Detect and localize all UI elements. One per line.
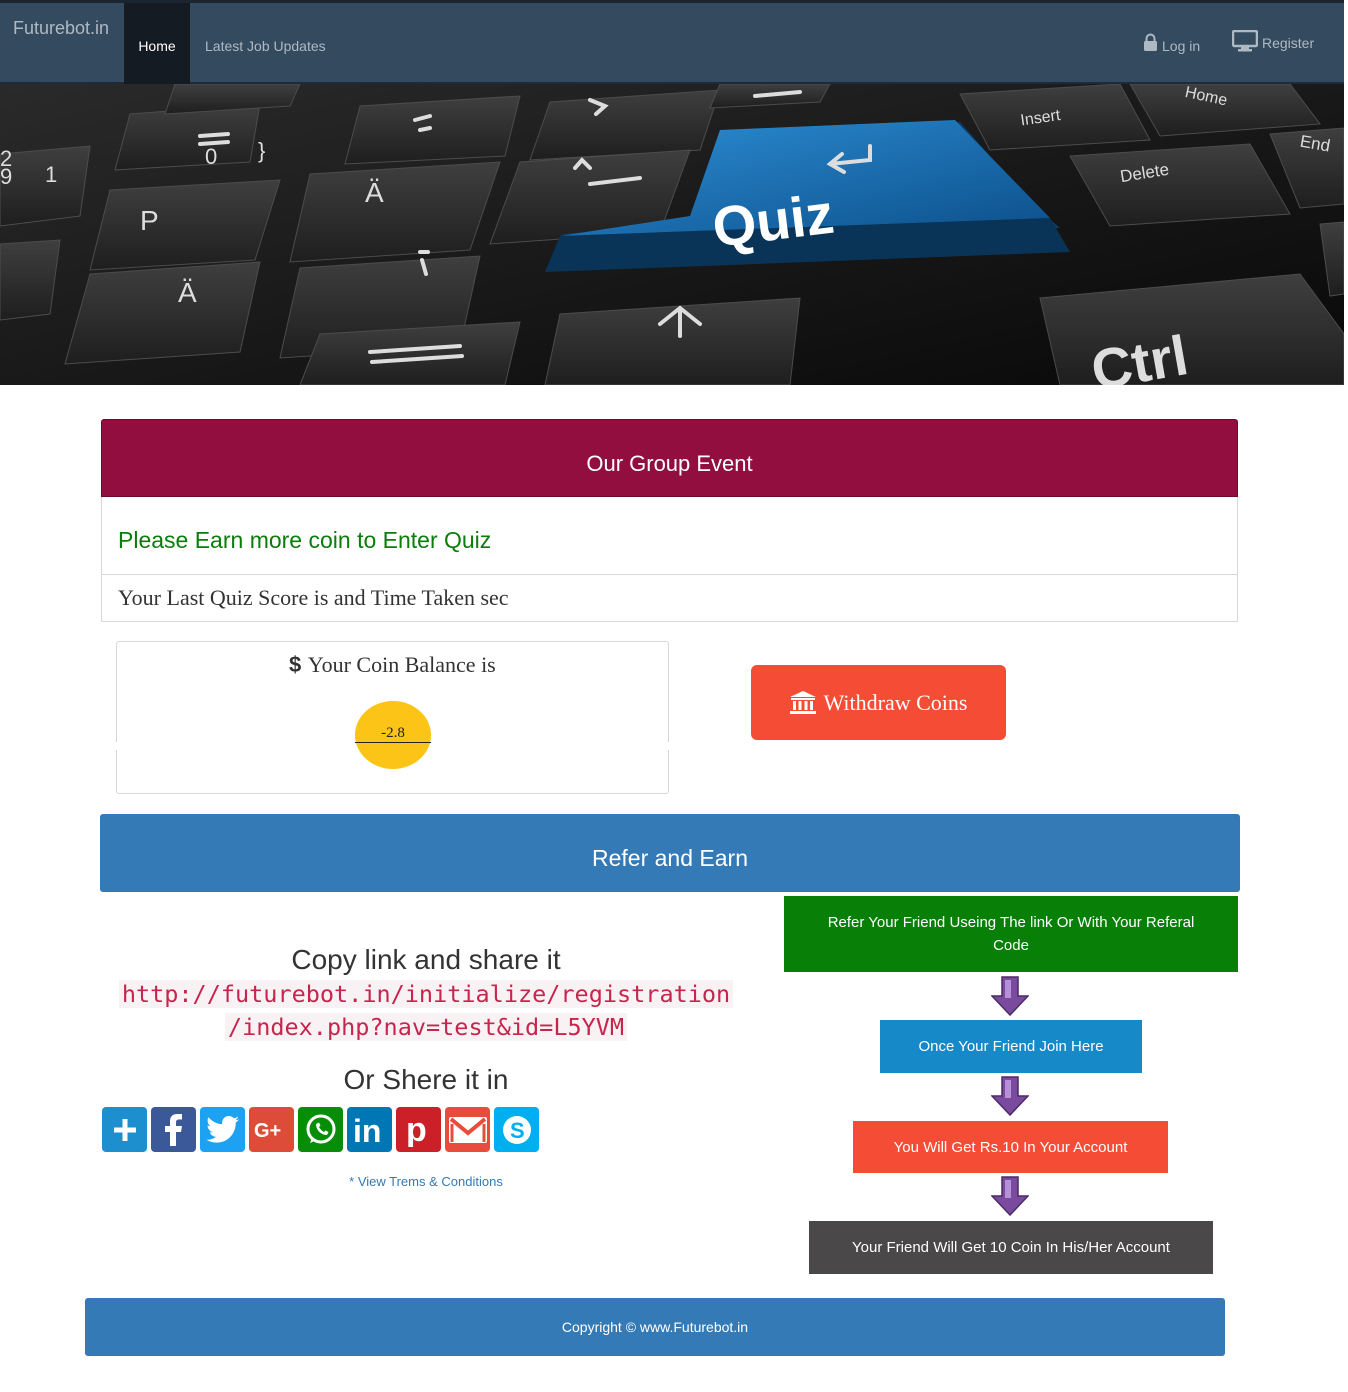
terms-link[interactable]: * View Trems & Conditions xyxy=(100,1174,752,1189)
google-plus-icon: G+ xyxy=(254,1120,281,1142)
arrow-down-icon xyxy=(991,976,1029,1016)
last-quiz-score: Your Last Quiz Score is and Time Taken s… xyxy=(101,575,1238,622)
nav-login[interactable]: Log in xyxy=(1143,30,1200,54)
refer-step-3: You Will Get Rs.10 In Your Account xyxy=(853,1121,1168,1173)
coin-balance-title: $ Your Coin Balance is xyxy=(117,652,668,678)
gmail-icon xyxy=(448,1116,487,1143)
nav-home[interactable]: Home xyxy=(124,3,190,85)
svg-text:G+: G+ xyxy=(254,1120,281,1142)
svg-text:9: 9 xyxy=(0,164,12,189)
key-a-umlaut-small-label: Ä xyxy=(178,277,197,308)
nav-register-label: Register xyxy=(1262,35,1315,51)
twitter-share-button[interactable] xyxy=(200,1107,245,1152)
refer-and-earn-header: Refer and Earn xyxy=(100,814,1240,892)
plus-icon xyxy=(113,1118,136,1141)
key-a-umlaut-label: Ä xyxy=(365,177,384,208)
coin-balance-value: -2.8 xyxy=(355,701,431,769)
svg-text:S: S xyxy=(510,1118,525,1143)
linkedin-share-button[interactable]: in xyxy=(347,1107,392,1152)
copy-link-title: Copy link and share it xyxy=(291,944,561,975)
skype-share-button[interactable]: S xyxy=(494,1107,539,1152)
svg-text:$: $ xyxy=(289,653,301,675)
refer-step-4: Your Friend Will Get 10 Coin In His/Her … xyxy=(809,1221,1213,1274)
navbar: Futurebot.in Home Latest Job Updates Log… xyxy=(0,0,1344,85)
nav-latest-job-updates[interactable]: Latest Job Updates xyxy=(205,38,326,54)
coin-balance-label: Your Coin Balance is xyxy=(307,652,496,677)
referral-link[interactable]: http://futurebot.in/initialize/registrat… xyxy=(105,978,747,1044)
lock-icon xyxy=(1144,33,1157,51)
dollar-icon: $ xyxy=(289,652,301,677)
key-p-label: P xyxy=(140,205,159,236)
referral-link-line-1: http://futurebot.in/initialize/registrat… xyxy=(118,980,734,1008)
referral-link-line-2: /index.php?nav=test&id=L5YVM xyxy=(224,1013,628,1041)
addthis-share-button[interactable] xyxy=(102,1107,147,1152)
linkedin-icon: in xyxy=(353,1115,381,1145)
twitter-icon xyxy=(205,1115,239,1143)
footer-copyright: Copyright © www.Futurebot.in xyxy=(85,1298,1225,1356)
pinterest-share-button[interactable]: p xyxy=(396,1107,441,1152)
desktop-icon xyxy=(1232,30,1258,52)
bank-icon xyxy=(789,690,816,714)
withdraw-coins-label: Withdraw Coins xyxy=(823,689,968,715)
whatsapp-share-button[interactable] xyxy=(298,1107,343,1152)
svg-text:}: } xyxy=(258,138,265,163)
whatsapp-icon xyxy=(306,1114,335,1143)
pinterest-icon: p xyxy=(406,1113,427,1147)
arrow-down-icon xyxy=(991,1076,1029,1116)
withdraw-coins-button[interactable]: Withdraw Coins xyxy=(751,665,1006,740)
svg-text:p: p xyxy=(406,1113,427,1147)
svg-text:0: 0 xyxy=(205,144,217,169)
refer-step-2: Once Your Friend Join Here xyxy=(880,1020,1142,1073)
refer-step-1: Refer Your Friend Useing The link Or Wit… xyxy=(784,896,1238,972)
share-buttons: G+ in p S xyxy=(102,1107,539,1152)
nav-login-label: Log in xyxy=(1162,38,1201,54)
skype-icon: S xyxy=(502,1115,531,1144)
svg-text:1: 1 xyxy=(45,162,57,187)
facebook-icon xyxy=(164,1113,182,1146)
arrow-down-icon xyxy=(991,1176,1029,1216)
coin-balance-panel: $ Your Coin Balance is -2.8 xyxy=(115,641,672,794)
group-event-header: Our Group Event xyxy=(101,419,1238,497)
svg-text:in: in xyxy=(353,1115,381,1145)
gmail-share-button[interactable] xyxy=(445,1107,490,1152)
hero-keyboard-image: Quiz Ctrl Delete Insert Home End P Ä Ä 0… xyxy=(0,84,1344,385)
google-plus-share-button[interactable]: G+ xyxy=(249,1107,294,1152)
facebook-share-button[interactable] xyxy=(151,1107,196,1152)
earn-more-coins-message: Please Earn more coin to Enter Quiz xyxy=(101,497,1238,575)
brand-logo[interactable]: Futurebot.in xyxy=(13,18,109,39)
share-title: Or Shere it in xyxy=(343,1064,509,1095)
nav-register[interactable]: Register xyxy=(1232,30,1314,52)
